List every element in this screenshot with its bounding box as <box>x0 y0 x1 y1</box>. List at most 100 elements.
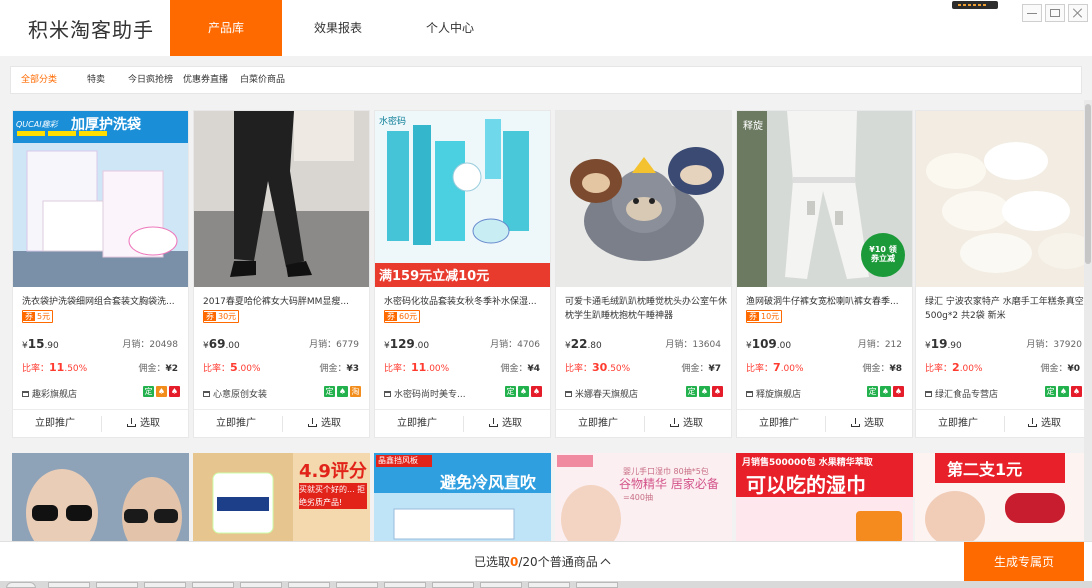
promote-button[interactable]: 立即推广 <box>578 410 618 437</box>
maximize-icon[interactable] <box>1045 4 1065 22</box>
category-today-hot[interactable]: 今日疯抢榜 <box>128 67 173 93</box>
scrollbar-thumb[interactable] <box>1085 104 1091 264</box>
commission-amount: 佣金：¥0 <box>1040 364 1080 374</box>
tab-product-library[interactable]: 产品库 <box>170 0 282 56</box>
tab-personal-center[interactable]: 个人中心 <box>394 0 506 56</box>
commission-amount: 佣金：¥3 <box>319 364 359 374</box>
promote-button[interactable]: 立即推广 <box>216 410 256 437</box>
card-actions: 立即推广 选取 <box>375 409 550 437</box>
category-bargain[interactable]: 白菜价商品 <box>240 67 285 93</box>
product-card[interactable]: 释旋 ¥10 领券立减 渔网破洞牛仔裤女宽松喇叭裤女春季... 券 10元 ¥10… <box>736 110 913 438</box>
category-coupon-live[interactable]: 优惠券直播 <box>183 67 228 93</box>
badge-icon: ♠ <box>156 386 167 397</box>
product-image[interactable]: 晶鑫挡风板 避免冷风直吹 <box>374 453 551 543</box>
commission-amount: 佣金：¥4 <box>500 364 540 374</box>
top-header: 积米淘客助手 产品库 效果报表 个人中心 <box>0 0 1092 56</box>
product-image[interactable] <box>916 111 1084 287</box>
product-card[interactable]: 水密码 满159元立减10元 水密码化妆品套装女秋冬季补水保湿... 券 60元 … <box>374 110 551 438</box>
product-title: 2017春夏哈伦裤女大码胖MM显瘦... 券 30元 <box>203 295 365 323</box>
taskbar-item[interactable] <box>192 582 234 588</box>
monthly-sales: 月销：20498 <box>122 340 178 350</box>
promo-text: 第二支1元 <box>947 460 1023 479</box>
shop-badges: 定 ♠ ♠ <box>143 386 180 397</box>
chevron-up-icon[interactable] <box>600 558 611 569</box>
shop-name: 水密码尚时美专... <box>384 387 466 400</box>
taskbar-item[interactable] <box>48 582 90 588</box>
taskbar-item[interactable] <box>96 582 138 588</box>
download-icon <box>489 418 498 427</box>
badge-icon: ♠ <box>531 386 542 397</box>
minimize-icon[interactable] <box>1022 4 1042 22</box>
select-button[interactable]: 选取 <box>851 410 884 437</box>
product-image[interactable]: 释旋 ¥10 领券立减 <box>737 111 912 287</box>
product-title-text: 水密码化妆品套装女秋冬季补水保湿... <box>384 297 537 307</box>
taskbar-item[interactable] <box>336 582 378 588</box>
product-image[interactable]: QUCAI趣彩 加厚护洗袋 <box>13 111 188 287</box>
taskbar-item[interactable] <box>528 582 570 588</box>
start-button[interactable] <box>6 582 36 588</box>
close-icon[interactable] <box>1068 4 1088 22</box>
divider <box>463 416 464 432</box>
select-button[interactable]: 选取 <box>1028 410 1061 437</box>
shop-icon <box>22 390 29 397</box>
select-button[interactable]: 选取 <box>127 410 160 437</box>
taskbar-item[interactable] <box>384 582 426 588</box>
product-card[interactable]: 2017春夏哈伦裤女大码胖MM显瘦... 券 30元 ¥69.00 月销：6779… <box>193 110 370 438</box>
product-image[interactable]: 水密码 满159元立减10元 <box>375 111 550 287</box>
category-bar: 全部分类 特卖 今日疯抢榜 优惠券直播 白菜价商品 <box>10 66 1082 94</box>
shop-badges: 定 ♠ ♠ <box>686 386 723 397</box>
product-image[interactable] <box>194 111 369 287</box>
product-title-text: 洗衣袋护洗袋细网组合套装文胸袋洗... <box>22 297 175 307</box>
promote-button[interactable]: 立即推广 <box>35 410 75 437</box>
select-button[interactable]: 选取 <box>489 410 522 437</box>
product-title: 绿汇 宁波农家特产 水磨手工年糕条真空500g*2 共2袋 新米 <box>925 295 1084 323</box>
promote-button[interactable]: 立即推广 <box>938 410 978 437</box>
coupon-badge: 券 5元 <box>22 310 54 323</box>
product-image[interactable]: 婴儿手口湿巾 80抽*5包=400抽 谷物精华 居家必备 <box>555 453 732 543</box>
product-card[interactable]: 可爱卡通毛绒趴趴枕睡觉枕头办公室午休枕学生趴睡枕抱枕午睡神器 ¥22.80 月销… <box>555 110 732 438</box>
coupon-badge: 券 30元 <box>203 310 240 323</box>
select-button[interactable]: 选取 <box>670 410 703 437</box>
card-actions: 立即推广 选取 <box>13 409 188 437</box>
promo-badge: 晶鑫挡风板 <box>378 456 418 465</box>
taskbar-item[interactable] <box>240 582 282 588</box>
select-button[interactable]: 选取 <box>308 410 341 437</box>
taskbar-item[interactable] <box>432 582 474 588</box>
monthly-sales: 月销：6779 <box>309 340 359 350</box>
product-price: ¥15.90 <box>22 337 59 351</box>
badge-icon: ♠ <box>712 386 723 397</box>
category-all[interactable]: 全部分类 <box>21 67 57 93</box>
selection-summary[interactable]: 已选取0/20个普通商品 <box>474 542 611 582</box>
taskbar-item[interactable] <box>576 582 618 588</box>
app-brand: 积米淘客助手 <box>28 18 154 42</box>
badge-icon: 定 <box>686 386 697 397</box>
promo-subtext: 月销售500000包 水果精华萃取 <box>742 458 873 468</box>
promo-subtext: 买就买个好的... 拒绝劣质产品! <box>299 483 367 509</box>
product-card[interactable]: 绿汇 宁波农家特产 水磨手工年糕条真空500g*2 共2袋 新米 ¥19.90 … <box>915 110 1085 438</box>
coupon-badge: 券 10元 <box>746 310 783 323</box>
taskbar-item[interactable] <box>480 582 522 588</box>
product-price: ¥129.00 <box>384 337 430 351</box>
product-image[interactable]: 第二支1元 <box>915 453 1085 543</box>
download-icon <box>127 418 136 427</box>
badge-icon: ♠ <box>518 386 529 397</box>
taskbar-item[interactable] <box>144 582 186 588</box>
product-image[interactable] <box>556 111 731 287</box>
shop-name: 趣彩旗舰店 <box>22 387 77 400</box>
generate-page-button[interactable]: 生成专属页 <box>964 542 1084 582</box>
divider <box>282 416 283 432</box>
product-card[interactable]: QUCAI趣彩 加厚护洗袋 洗衣袋护洗袋细网组合套装文胸袋洗... 券 5元 ¥1… <box>12 110 189 438</box>
product-image[interactable]: 4.9评分 买就买个好的... 拒绝劣质产品! <box>193 453 370 543</box>
promote-button[interactable]: 立即推广 <box>759 410 799 437</box>
product-image[interactable] <box>12 453 189 543</box>
category-flash-sale[interactable]: 特卖 <box>87 67 105 93</box>
badge-icon: ♠ <box>1071 386 1082 397</box>
divider <box>644 416 645 432</box>
tab-performance-report[interactable]: 效果报表 <box>282 0 394 56</box>
promote-button[interactable]: 立即推广 <box>397 410 437 437</box>
card-actions: 立即推广 选取 <box>556 409 731 437</box>
product-banner: 加厚护洗袋 <box>71 117 141 133</box>
taskbar-item[interactable] <box>288 582 330 588</box>
product-image[interactable]: 月销售500000包 水果精华萃取 可以吃的湿巾 <box>736 453 913 543</box>
card-actions: 立即推广 选取 <box>916 409 1084 437</box>
